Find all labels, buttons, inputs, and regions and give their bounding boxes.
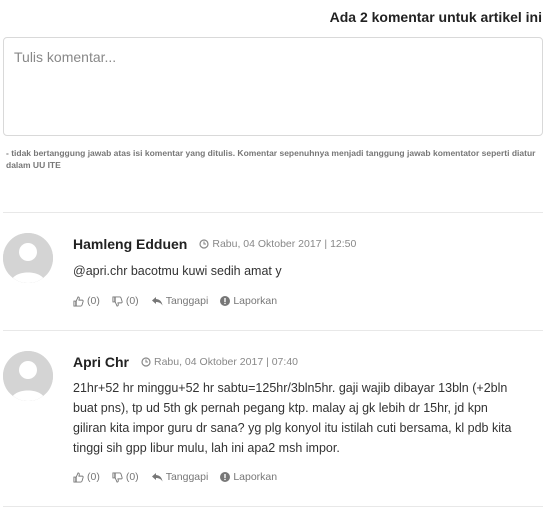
reply-icon — [151, 297, 163, 306]
report-label: Laporkan — [233, 471, 278, 483]
divider — [3, 212, 543, 213]
thumbs-up-icon — [73, 471, 84, 483]
reply-label: Tanggapi — [165, 471, 209, 483]
comment-item: Apri Chr Rabu, 04 Oktober 2017 | 07:40 2… — [3, 351, 543, 491]
reply-icon — [151, 473, 163, 482]
comment-input[interactable] — [4, 38, 542, 135]
thumbs-down-icon — [112, 295, 123, 307]
avatar — [3, 233, 53, 283]
comment-author[interactable]: Hamleng Edduen — [73, 236, 187, 252]
comment-item: Hamleng Edduen Rabu, 04 Oktober 2017 | 1… — [3, 233, 543, 313]
comment-date-text: Rabu, 04 Oktober 2017 | 12:50 — [212, 238, 357, 250]
comment-date-text: Rabu, 04 Oktober 2017 | 07:40 — [154, 356, 298, 368]
comment-disclaimer: - tidak bertanggung jawab atas isi komen… — [6, 148, 536, 170]
comment-text: 21hr+52 hr minggu+52 hr sabtu=125hr/3bln… — [73, 381, 512, 455]
comment-date: Rabu, 04 Oktober 2017 | 07:40 — [141, 356, 298, 368]
comment-text: @apri.chr bacotmu kuwi sedih amat y — [73, 264, 282, 278]
default-user-avatar-icon — [3, 233, 53, 283]
like-count: (0) — [87, 471, 100, 483]
reply-button[interactable]: Tanggapi — [151, 295, 209, 307]
comment-actions: (0) (0) Tanggapi Laporkan — [73, 295, 289, 307]
report-button[interactable]: Laporkan — [220, 471, 277, 483]
default-user-avatar-icon — [3, 351, 53, 401]
like-button[interactable]: (0) — [73, 471, 100, 483]
avatar — [3, 351, 53, 401]
comment-actions: (0) (0) Tanggapi Laporkan — [73, 471, 289, 483]
like-button[interactable]: (0) — [73, 295, 100, 307]
reply-button[interactable]: Tanggapi — [151, 471, 209, 483]
dislike-count: (0) — [125, 295, 139, 307]
clock-icon — [141, 357, 151, 367]
reply-label: Tanggapi — [165, 295, 209, 307]
thumbs-up-icon — [73, 295, 84, 307]
comment-author[interactable]: Apri Chr — [73, 354, 129, 370]
comment-meta: Hamleng Edduen Rabu, 04 Oktober 2017 | 1… — [73, 236, 356, 252]
report-button[interactable]: Laporkan — [220, 295, 277, 307]
report-label: Laporkan — [233, 295, 278, 307]
divider — [3, 506, 543, 507]
like-count: (0) — [87, 295, 100, 307]
thumbs-down-icon — [112, 471, 123, 483]
clock-icon — [199, 239, 209, 249]
dislike-button[interactable]: (0) — [112, 471, 139, 483]
divider — [3, 330, 543, 331]
exclamation-circle-icon — [220, 296, 231, 306]
dislike-count: (0) — [125, 471, 139, 483]
comment-date: Rabu, 04 Oktober 2017 | 12:50 — [199, 238, 356, 250]
exclamation-circle-icon — [220, 472, 231, 482]
comment-count-header: Ada 2 komentar untuk artikel ini — [329, 9, 542, 25]
comment-input-box[interactable] — [3, 37, 543, 136]
dislike-button[interactable]: (0) — [112, 295, 139, 307]
comment-meta: Apri Chr Rabu, 04 Oktober 2017 | 07:40 — [73, 354, 298, 370]
